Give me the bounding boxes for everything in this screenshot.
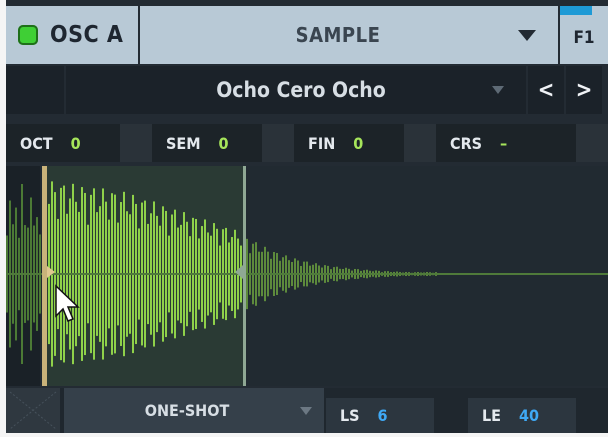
- source-type-label: SAMPLE: [295, 23, 381, 47]
- fine-value: 0: [353, 133, 364, 153]
- osc-label: OSC A: [50, 22, 124, 48]
- filter-routing-label: F1: [573, 28, 595, 48]
- empty-slot: [6, 388, 60, 433]
- loop-start-field[interactable]: LS 6: [326, 398, 434, 433]
- mode-dropdown-icon: [300, 406, 312, 415]
- coarse-label: CRS: [450, 133, 483, 153]
- playback-mode-label: ONE-SHOT: [144, 401, 230, 420]
- filter-active-indicator: [560, 6, 592, 15]
- playback-row: ONE-SHOT LS 6 LE 40: [6, 388, 608, 433]
- tuning-row: OCT 0 SEM 0 FIN 0 CRS –: [6, 124, 608, 162]
- fine-label: FIN: [308, 133, 336, 153]
- prev-sample-button[interactable]: <: [528, 66, 564, 114]
- loop-start-value: 6: [377, 406, 388, 425]
- preset-dropdown-icon: [492, 86, 504, 94]
- dropdown-arrow-icon: [518, 29, 536, 41]
- semitone-label: SEM: [166, 133, 201, 153]
- loop-end-label: LE: [482, 406, 502, 425]
- octave-knob[interactable]: OCT 0: [6, 124, 120, 162]
- osc-power-toggle[interactable]: [18, 25, 38, 45]
- preset-spacer: [6, 66, 64, 114]
- waveform-canvas: [6, 166, 608, 386]
- coarse-knob[interactable]: CRS –: [436, 124, 576, 162]
- waveform-display[interactable]: [6, 166, 608, 386]
- semitone-knob[interactable]: SEM 0: [152, 124, 262, 162]
- sample-browser-dropdown[interactable]: Ocho Cero Ocho: [66, 66, 526, 114]
- next-sample-button[interactable]: >: [566, 66, 602, 114]
- loop-start-label: LS: [340, 406, 360, 425]
- octave-label: OCT: [20, 133, 53, 153]
- chevron-right-icon: >: [575, 77, 593, 103]
- semitone-value: 0: [218, 133, 229, 153]
- loop-end-value: 40: [519, 406, 540, 425]
- sample-name: Ocho Cero Ocho: [216, 78, 386, 102]
- osc-header: OSC A: [6, 6, 138, 64]
- playback-mode-dropdown[interactable]: ONE-SHOT: [64, 388, 324, 433]
- coarse-value: –: [500, 133, 508, 153]
- start-marker-line[interactable]: [42, 166, 47, 386]
- end-marker-line[interactable]: [243, 166, 246, 386]
- fine-knob[interactable]: FIN 0: [294, 124, 404, 162]
- chevron-left-icon: <: [537, 77, 555, 103]
- source-type-dropdown[interactable]: SAMPLE: [140, 6, 558, 64]
- loop-end-field[interactable]: LE 40: [468, 398, 576, 433]
- octave-value: 0: [70, 133, 81, 153]
- empty-slot-icon: [9, 391, 57, 430]
